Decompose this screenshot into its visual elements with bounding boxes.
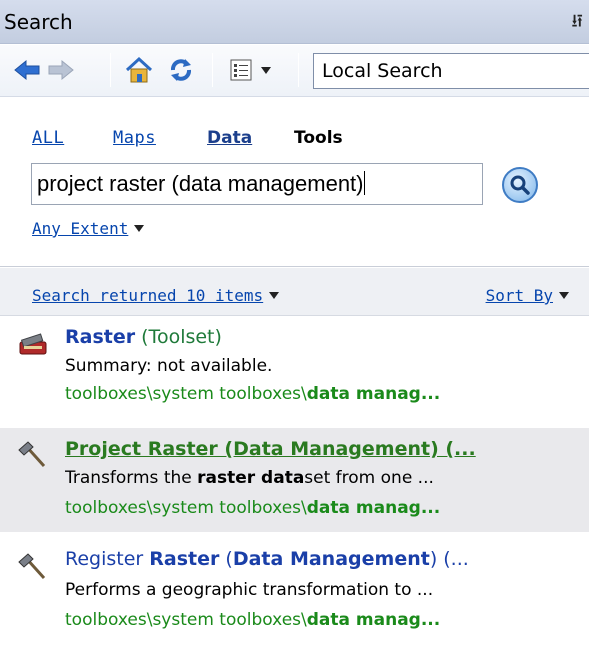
title-text[interactable]: ) (... (430, 548, 469, 570)
panel-titlebar: Search ⭿ (0, 0, 589, 44)
toolbar-separator (110, 53, 111, 87)
refresh-icon[interactable] (166, 55, 196, 85)
extent-link[interactable]: Any Extent (32, 219, 128, 238)
search-query-text: project raster (data management) (37, 171, 364, 196)
result-item[interactable]: Register Raster (Data Management) (... P… (0, 538, 589, 648)
sort-by[interactable]: Sort By (486, 286, 569, 305)
result-path-match: data manag... (306, 610, 441, 630)
result-type: (Toolset) (135, 326, 222, 348)
home-icon[interactable] (124, 55, 154, 85)
results-count-link[interactable]: Search returned 10 items (32, 286, 263, 305)
hammer-icon (16, 552, 50, 582)
section-divider (0, 266, 589, 267)
hammer-icon (16, 440, 50, 470)
result-path: toolboxes\system toolboxes\data manag... (65, 610, 589, 630)
panel-title: Search (4, 10, 73, 34)
result-title[interactable]: Raster (Toolset) (65, 326, 589, 348)
result-path-prefix: toolboxes\system toolboxes\ (65, 610, 307, 630)
tab-data[interactable]: Data (207, 128, 252, 148)
result-item-selected[interactable]: Project Raster (Data Management) (... Tr… (0, 428, 589, 532)
text-caret (363, 171, 365, 195)
toolset-icon (16, 330, 50, 360)
search-input[interactable]: project raster (data management) (31, 163, 483, 205)
title-text[interactable]: ( (219, 548, 232, 570)
result-title[interactable]: Register Raster (Data Management) (... (65, 548, 589, 570)
results-count[interactable]: Search returned 10 items (32, 286, 280, 305)
result-path: toolboxes\system toolboxes\data manag... (65, 384, 589, 404)
result-title[interactable]: Project Raster (Data Management) (... (65, 438, 589, 460)
toolbar-separator (298, 53, 299, 87)
sort-by-link[interactable]: Sort By (486, 286, 553, 305)
result-title-match[interactable]: Raster (149, 548, 219, 570)
results-header: Search returned 10 items Sort By (0, 268, 589, 316)
result-title-match[interactable]: Raster (65, 326, 135, 348)
result-path-prefix: toolboxes\system toolboxes\ (65, 384, 307, 404)
toolbar: Local Search (0, 45, 589, 97)
result-item[interactable]: Raster (Toolset) Summary: not available.… (0, 318, 589, 418)
back-arrow-icon[interactable] (12, 55, 42, 85)
toolbar-separator (212, 53, 213, 87)
magnifier-icon (510, 175, 530, 195)
search-scope-select[interactable]: Local Search (313, 53, 589, 89)
extent-filter[interactable]: Any Extent (32, 219, 145, 238)
result-summary: Performs a geographic transformation to … (65, 580, 434, 600)
summary-text: Transforms the (65, 468, 198, 488)
summary-text: set from one ... (304, 468, 434, 488)
result-path-match: data manag... (306, 498, 441, 518)
chevron-down-icon[interactable] (134, 225, 145, 232)
title-text[interactable]: Register (65, 548, 149, 570)
view-dropdown-icon[interactable] (256, 55, 276, 85)
result-title-match[interactable]: Data Management (233, 548, 430, 570)
forward-arrow-icon[interactable] (46, 55, 76, 85)
result-path-prefix: toolboxes\system toolboxes\ (65, 498, 307, 518)
chevron-down-icon[interactable] (269, 292, 280, 299)
search-button[interactable] (502, 167, 538, 203)
chevron-down-icon[interactable] (559, 292, 569, 299)
tab-all[interactable]: ALL (32, 128, 64, 148)
result-path: toolboxes\system toolboxes\data manag... (65, 498, 589, 518)
summary-match: raster data (197, 468, 305, 488)
result-path-match: data manag... (306, 384, 441, 404)
tab-maps[interactable]: Maps (113, 128, 156, 148)
result-summary: Transforms the raster dataset from one .… (65, 468, 589, 488)
pin-icon[interactable]: ⭿ (571, 9, 583, 39)
tab-tools[interactable]: Tools (294, 128, 343, 148)
result-summary: Summary: not available. (65, 356, 273, 376)
view-list-icon[interactable] (226, 55, 256, 85)
